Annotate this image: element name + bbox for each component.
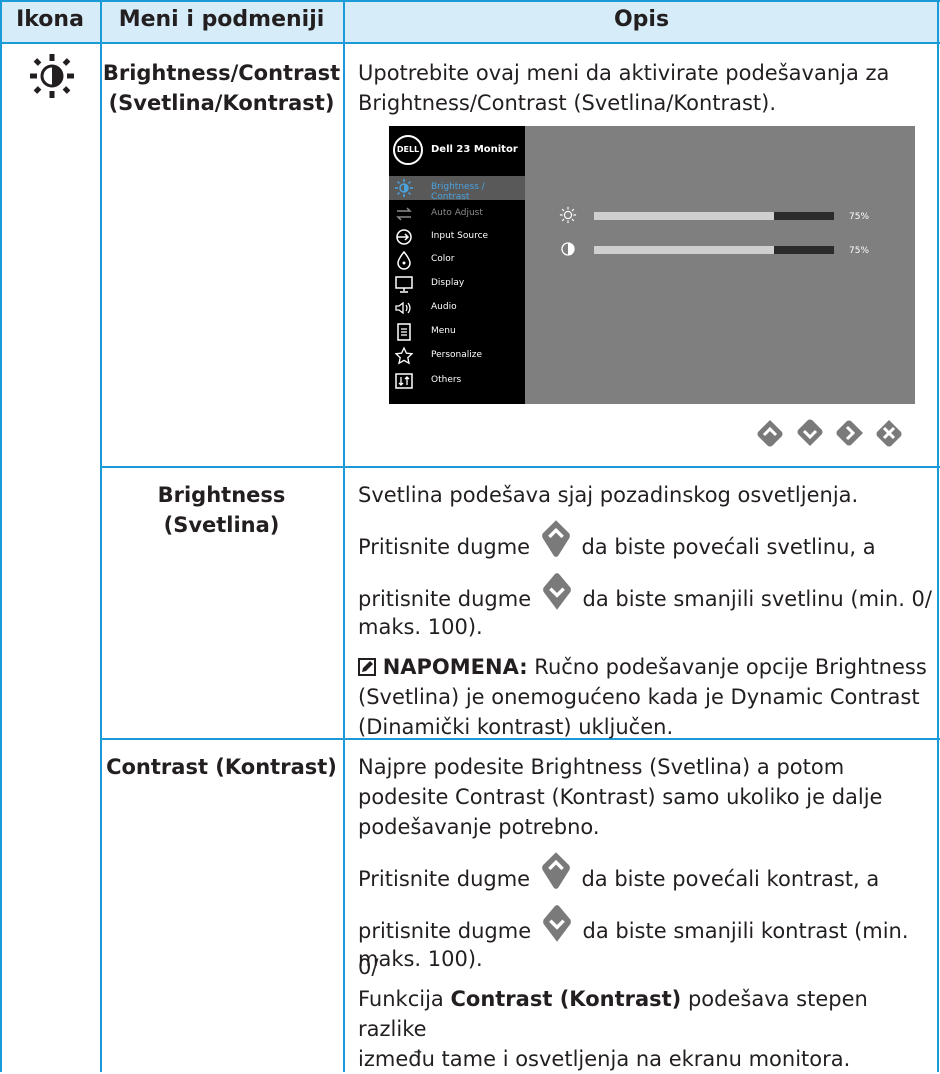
desc-br-p3b: da biste smanjili svetlinu (min. 0/: [582, 587, 932, 611]
contrast-value: 75%: [849, 246, 870, 256]
header-opis-label: Opis: [613, 7, 670, 32]
input-icon: [396, 229, 412, 245]
desc-bc-line2: Brightness/Contrast (Svetlina/Kontrast).: [358, 91, 777, 115]
menu-contrast: Contrast (Kontrast): [106, 755, 337, 779]
header-opis: Opis: [343, 0, 940, 42]
desc-br-p1: Svetlina podešava sjaj pozadinskog osvet…: [358, 483, 859, 507]
desc-ct-p3c: maks. 100).: [358, 947, 483, 971]
table-line-left: [0, 0, 2, 1072]
menu-icon: [397, 323, 411, 341]
brightness-slider[interactable]: [594, 212, 834, 220]
desc-bc-line1: Upotrebite ovaj meni da aktivirate podeš…: [358, 61, 890, 85]
desc-contrast: Najpre podesite Brightness (Svetlina) a …: [358, 752, 933, 1074]
osd-item-label: Personalize: [431, 350, 483, 360]
desc-brightness-contrast: Upotrebite ovaj meni da aktivirate podeš…: [358, 58, 933, 118]
note-line2: (Svetlina) je onemogućeno kada je Dynami…: [358, 685, 920, 709]
speaker-icon: [395, 301, 411, 315]
desc-ct-p1-line1: Najpre podesite Brightness (Svetlina) a …: [358, 755, 845, 779]
osd-item-others[interactable]: Others: [389, 369, 525, 393]
note-pencil-icon: [358, 658, 376, 676]
osd-item-auto-adjust[interactable]: Auto Adjust: [389, 202, 525, 226]
brightness-contrast-icon: [30, 54, 74, 98]
osd-item-label: Menu: [431, 326, 456, 336]
brightness-slider-icon: [559, 206, 577, 224]
osd-item-input-source[interactable]: Input Source: [389, 225, 525, 249]
osd-item-personalize[interactable]: Personalize: [389, 344, 525, 368]
osd-item-label: Display: [431, 278, 465, 288]
down-button-icon[interactable]: [795, 418, 825, 448]
table-line-right: [937, 0, 939, 1072]
monitor-icon: [395, 276, 413, 293]
note-line1: Ručno podešavanje opcije Brightness: [527, 655, 927, 679]
contrast-slider-fill: [594, 246, 774, 254]
table-line-header: [0, 42, 940, 44]
table-line-col2: [343, 0, 345, 1072]
menu-brightness-contrast-line2: (Svetlina/Kontrast): [108, 91, 335, 115]
osd-item-label: Input Source: [431, 231, 489, 241]
osd-item-menu[interactable]: Menu: [389, 320, 525, 344]
close-button-icon[interactable]: [874, 418, 904, 448]
osd-item-label: Audio: [431, 302, 457, 312]
desc-ct-p2b: da biste povećali kontrast, a: [581, 867, 880, 891]
desc-br-note: NAPOMENA: Ručno podešavanje opcije Brigh…: [358, 652, 933, 742]
desc-ct-p3: pritisnite dugme da biste smanjili kontr…: [358, 905, 933, 979]
note-label: NAPOMENA:: [382, 655, 528, 679]
menu-brightness-contrast-line1: Brightness/Contrast: [102, 61, 341, 85]
right-button-icon[interactable]: [835, 418, 865, 448]
contrast-slider[interactable]: [594, 246, 834, 254]
header-ikona-label: Ikona: [16, 7, 84, 32]
desc-br-p2b: da biste povećali svetlinu, a: [581, 535, 876, 559]
color-icon: [397, 250, 411, 270]
osd-item-display[interactable]: Display: [389, 272, 525, 296]
desc-br-p2: Pritisnite dugme da biste povećali svetl…: [358, 520, 933, 560]
osd-menu-panel: DELL Dell 23 Monitor Brightness / Contra…: [389, 126, 525, 404]
header-menu-label: Meni i podmeniji: [118, 7, 325, 32]
desc-br-p3c: maks. 100).: [358, 615, 483, 639]
osd-item-label: Color: [431, 254, 455, 264]
header-ikona: Ikona: [0, 0, 100, 42]
down-button-icon: [542, 573, 571, 610]
arrows-icon: [396, 207, 412, 221]
brightness-value: 75%: [849, 212, 870, 222]
desc-br-p3: pritisnite dugme da biste smanjili svetl…: [358, 573, 933, 612]
desc-ct-p1-line2: podesite Contrast (Kontrast) samo ukolik…: [358, 785, 883, 809]
down-button-icon: [542, 905, 571, 942]
table-line-row1: [100, 466, 940, 468]
osd-item-color[interactable]: Color: [389, 248, 525, 272]
up-button-icon: [541, 852, 570, 889]
desc-ct-p4-line2: između tame i osvetljenja na ekranu moni…: [358, 1047, 851, 1071]
desc-ct-p2a: Pritisnite dugme: [358, 867, 531, 891]
osd-title: Dell 23 Monitor: [431, 144, 518, 155]
desc-ct-p1-line3: podešavanje potrebno.: [358, 815, 600, 839]
osd-item-audio[interactable]: Audio: [389, 296, 525, 320]
others-icon: [395, 373, 413, 389]
dell-logo: DELL: [393, 135, 423, 165]
osd-item-label: Others: [431, 375, 462, 385]
menu-brightness-contrast: Brightness/Contrast (Svetlina/Kontrast): [100, 58, 343, 118]
sun-icon: [395, 179, 413, 197]
desc-br-p3a: pritisnite dugme: [358, 587, 532, 611]
table-line-top: [0, 0, 940, 2]
contrast-slider-icon: [561, 242, 575, 256]
desc-br-p2a: Pritisnite dugme: [358, 535, 531, 559]
brightness-slider-fill: [594, 212, 774, 220]
desc-ct-p3a: pritisnite dugme: [358, 919, 532, 943]
osd-item-brightness-contrast[interactable]: Brightness / Contrast: [389, 176, 525, 202]
up-button-icon[interactable]: [755, 418, 785, 448]
note-line3: (Dinamički kontrast) uključen.: [358, 715, 674, 739]
menu-brightness: Brightness (Svetlina): [157, 483, 286, 537]
star-icon: [394, 346, 414, 365]
desc-ct-p4-bold: Contrast (Kontrast): [450, 987, 682, 1011]
up-button-icon: [541, 520, 570, 557]
desc-ct-p2: Pritisnite dugme da biste povećali kontr…: [358, 852, 933, 892]
desc-brightness: Svetlina podešava sjaj pozadinskog osvet…: [358, 480, 933, 742]
header-menu: Meni i podmeniji: [100, 0, 343, 42]
osd-screenshot: DELL Dell 23 Monitor Brightness / Contra…: [389, 126, 915, 404]
desc-ct-p4: Funkcija Contrast (Kontrast) podešava st…: [358, 984, 933, 1074]
osd-item-label: Brightness / Contrast: [431, 182, 485, 202]
osd-item-label: Auto Adjust: [431, 208, 483, 218]
desc-ct-p4-pre: Funkcija: [358, 987, 451, 1011]
